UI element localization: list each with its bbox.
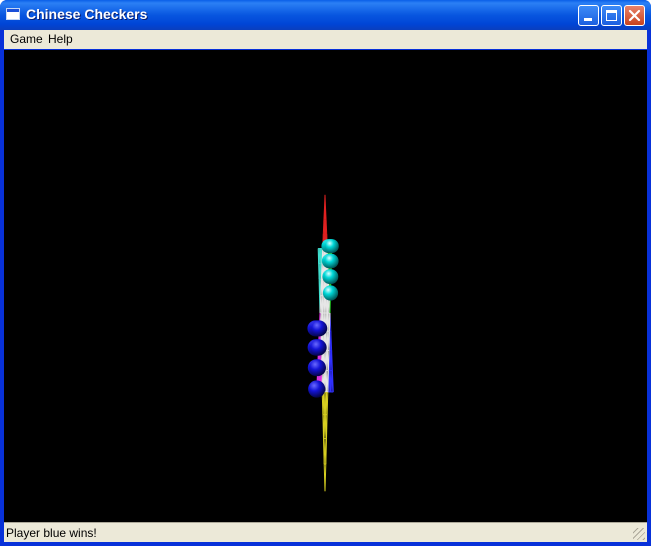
grid-line-center xyxy=(319,295,322,314)
status-bar: Player blue wins! xyxy=(4,522,647,542)
grid-line-bottom xyxy=(324,414,327,439)
grid-line-center xyxy=(327,312,330,332)
cyan-marble[interactable] xyxy=(324,253,339,269)
title-bar[interactable]: Chinese Checkers xyxy=(0,0,651,30)
grid-line-top-left xyxy=(318,263,321,280)
grid-line-top-left xyxy=(319,248,321,264)
grid-line-bottom xyxy=(326,414,328,439)
menu-bar: Game Help xyxy=(4,30,647,49)
grid-line-top-left xyxy=(320,248,323,264)
cyan-marble[interactable] xyxy=(324,239,339,254)
resize-grip[interactable] xyxy=(633,528,645,540)
grid-line-bottom xyxy=(323,391,326,415)
grid-line-center xyxy=(327,370,329,393)
grid-line-top-left xyxy=(318,248,320,264)
grid-line-center xyxy=(320,279,322,296)
grid-line-center xyxy=(326,350,329,371)
grid-line-top xyxy=(324,207,326,221)
minimize-button[interactable] xyxy=(578,5,599,26)
grid-line-top xyxy=(322,220,325,235)
minimize-icon xyxy=(584,18,592,21)
grid-line-center xyxy=(320,263,323,280)
grid-line-bottom-right xyxy=(330,370,332,393)
close-button[interactable] xyxy=(624,5,645,26)
grid-line-center xyxy=(327,331,329,351)
grid-line-top-left xyxy=(319,263,322,280)
grid-line-top xyxy=(323,207,325,221)
app-window: Chinese Checkers Game Help Player blue w… xyxy=(0,0,651,546)
app-icon[interactable] xyxy=(6,8,20,20)
cyan-marble[interactable] xyxy=(322,285,339,301)
close-icon xyxy=(628,9,641,22)
menu-help[interactable]: Help xyxy=(48,32,73,46)
grid-line-center xyxy=(325,370,328,393)
grid-line-center xyxy=(322,295,324,314)
grid-line-center xyxy=(321,279,324,296)
grid-line-center xyxy=(329,312,331,332)
blue-marble[interactable] xyxy=(309,359,326,377)
grid-line-center xyxy=(328,331,330,351)
grid-line-bottom xyxy=(325,438,327,465)
maximize-button[interactable] xyxy=(601,5,622,26)
status-message: Player blue wins! xyxy=(6,526,97,540)
grid-line-center xyxy=(323,295,325,314)
blue-marble[interactable] xyxy=(311,320,328,337)
grid-line-bottom xyxy=(324,464,327,492)
cyan-marble[interactable] xyxy=(323,269,339,284)
grid-line-top xyxy=(324,194,326,208)
grid-line-top xyxy=(325,220,327,235)
game-board[interactable] xyxy=(4,50,647,522)
blue-marble[interactable] xyxy=(308,380,326,398)
grid-line-bottom-right xyxy=(329,331,332,351)
grid-line-bottom xyxy=(323,438,326,465)
game-canvas[interactable] xyxy=(4,50,647,522)
blue-marble[interactable] xyxy=(310,339,327,356)
grid-line-bottom xyxy=(326,391,329,415)
grid-line-top xyxy=(323,220,326,235)
grid-line-center xyxy=(320,295,323,314)
grid-line-bottom-right xyxy=(329,350,331,371)
grid-line-center xyxy=(327,350,330,371)
grid-line-bottom xyxy=(325,391,327,415)
grid-line-top-left xyxy=(319,279,321,296)
window-title: Chinese Checkers xyxy=(26,6,148,22)
grid-line-bottom-right xyxy=(328,370,331,393)
maximize-icon xyxy=(606,10,617,21)
grid-line-bottom xyxy=(322,391,325,415)
grid-line-bottom-right xyxy=(330,350,333,371)
grid-line-bottom xyxy=(323,414,325,439)
menu-game[interactable]: Game xyxy=(10,32,43,46)
